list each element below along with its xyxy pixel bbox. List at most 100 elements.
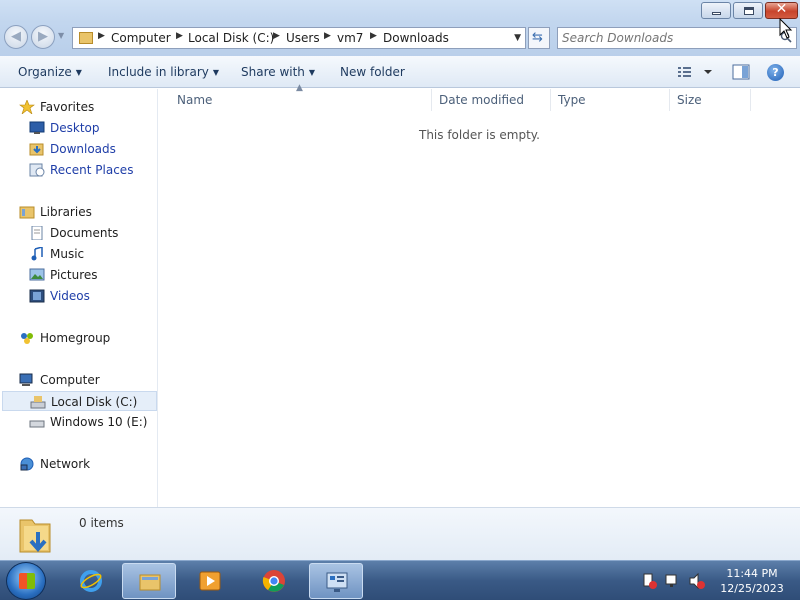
organize-button[interactable]: Organize ▼ — [18, 65, 82, 79]
nav-network-label: Network — [40, 457, 91, 471]
minimize-icon — [712, 12, 721, 15]
downloads-folder-icon — [19, 519, 51, 553]
clock[interactable]: 11:44 PM 12/25/2023 — [712, 566, 792, 596]
file-list[interactable]: Name ▲ Date modified Type Size This fold… — [159, 83, 800, 507]
local-disk-icon — [30, 396, 46, 409]
volume-muted-icon — [689, 572, 705, 590]
nav-documents-label: Documents — [50, 226, 119, 240]
share-with-button[interactable]: Share with ▼ — [241, 65, 315, 79]
nav-homegroup-label: Homegroup — [40, 331, 111, 345]
folder-icon — [79, 32, 93, 44]
action-center-icon — [643, 573, 657, 589]
explorer-window: ✕ ◀ ▶ ▼ ▶ Computer ▶ Local Disk (C:) ▶ U… — [0, 0, 800, 560]
control-panel-icon — [326, 572, 348, 592]
share-with-label: Share with — [241, 65, 305, 79]
music-note-icon — [31, 247, 43, 261]
nav-desktop-label: Desktop — [50, 121, 100, 135]
breadcrumb-arrow-icon[interactable]: ▶ — [324, 31, 331, 41]
command-bar: Organize ▼ Include in library ▼ Share with… — [0, 56, 800, 88]
new-folder-button[interactable]: New folder — [340, 65, 405, 79]
column-type-label: Type — [558, 93, 586, 107]
navigation-pane: Favorites Desktop Downloads Recent Place… — [0, 89, 158, 507]
windows-explorer-icon — [139, 574, 161, 591]
breadcrumb-arrow-icon[interactable]: ▶ — [98, 31, 105, 41]
column-header-type[interactable]: Type — [548, 89, 670, 111]
breadcrumb-local-disk[interactable]: Local Disk (C:) — [188, 31, 274, 45]
drive-icon — [29, 420, 45, 428]
back-arrow-icon: ◀ — [11, 29, 21, 44]
taskbar-windows-explorer[interactable] — [122, 563, 176, 599]
search-box[interactable] — [557, 27, 797, 49]
close-button[interactable]: ✕ — [765, 1, 798, 19]
windows-logo-icon — [19, 573, 35, 589]
column-name-label: Name — [177, 93, 213, 107]
mouse-cursor-icon — [779, 18, 793, 39]
nav-pictures-label: Pictures — [50, 268, 98, 282]
search-input[interactable] — [562, 30, 772, 46]
restore-icon — [744, 7, 754, 15]
title-bar[interactable]: ✕ ◀ ▶ ▼ ▶ Computer ▶ Local Disk (C:) ▶ U… — [0, 0, 800, 56]
organize-label: Organize — [18, 65, 72, 79]
chevron-down-icon: ▼ — [308, 68, 316, 77]
clock-time: 11:44 PM — [726, 567, 778, 580]
taskbar-chrome[interactable] — [247, 563, 301, 599]
address-dropdown-icon[interactable]: ▼ — [514, 33, 521, 43]
minimize-button[interactable] — [701, 2, 731, 19]
media-player-icon — [199, 571, 221, 591]
pictures-icon — [29, 268, 45, 281]
start-button[interactable] — [6, 562, 46, 600]
column-date-label: Date modified — [439, 93, 525, 107]
downloads-folder-icon — [29, 143, 44, 156]
nav-local-disk[interactable]: Local Disk (C:) — [2, 391, 157, 411]
nav-libraries-label: Libraries — [40, 205, 92, 219]
close-icon: ✕ — [775, 1, 788, 17]
help-button[interactable]: ? — [767, 64, 784, 81]
taskbar: 11:44 PM 12/25/2023 — [0, 560, 800, 600]
nav-favorites-label: Favorites — [40, 100, 95, 114]
include-in-library-button[interactable]: Include in library ▼ — [108, 65, 219, 79]
nav-recent-places-label: Recent Places — [50, 163, 134, 177]
breadcrumb-users[interactable]: Users — [286, 31, 320, 45]
computer-icon — [19, 373, 33, 386]
preview-pane-button[interactable] — [732, 64, 750, 80]
nav-windows10-label: Windows 10 (E:) — [50, 415, 148, 429]
change-view-button[interactable] — [676, 64, 716, 80]
refresh-icon: ⇆ — [532, 30, 543, 45]
restore-button[interactable] — [733, 2, 763, 19]
breadcrumb-arrow-icon[interactable]: ▶ — [273, 31, 280, 41]
chevron-down-icon: ▼ — [212, 68, 220, 77]
homegroup-icon — [21, 333, 33, 344]
system-tray[interactable] — [640, 571, 710, 591]
network-icon — [20, 457, 34, 471]
nav-computer-label: Computer — [40, 373, 100, 387]
nav-downloads-label: Downloads — [50, 142, 116, 156]
breadcrumb-arrow-icon[interactable]: ▶ — [176, 31, 183, 41]
internet-explorer-icon — [80, 570, 102, 592]
include-in-library-label: Include in library — [108, 65, 209, 79]
network-status-icon — [665, 574, 677, 587]
column-header-size[interactable]: Size — [667, 89, 751, 111]
breadcrumb-computer[interactable]: Computer — [111, 31, 171, 45]
forward-button[interactable]: ▶ — [31, 25, 55, 49]
videos-icon — [29, 289, 45, 303]
item-count: 0 items — [79, 516, 124, 530]
nav-local-disk-label: Local Disk (C:) — [51, 395, 138, 409]
documents-icon — [31, 226, 43, 240]
chrome-icon — [262, 570, 285, 592]
empty-folder-message: This folder is empty. — [419, 128, 540, 142]
clock-date: 12/25/2023 — [720, 582, 784, 595]
taskbar-media-player[interactable] — [183, 563, 237, 599]
libraries-icon — [19, 206, 35, 219]
forward-arrow-icon: ▶ — [38, 29, 48, 44]
breadcrumb-arrow-icon[interactable]: ▶ — [370, 31, 377, 41]
breadcrumb-vm7[interactable]: vm7 — [337, 31, 363, 45]
breadcrumb-downloads[interactable]: Downloads — [383, 31, 449, 45]
recent-pages-dropdown[interactable]: ▼ — [58, 31, 64, 40]
address-bar[interactable]: ▶ Computer ▶ Local Disk (C:) ▶ Users ▶ v… — [72, 27, 526, 49]
refresh-button[interactable]: ⇆ — [528, 27, 550, 49]
column-header-date-modified[interactable]: Date modified — [429, 89, 551, 111]
recent-places-icon — [29, 163, 45, 177]
back-button[interactable]: ◀ — [4, 25, 28, 49]
taskbar-internet-explorer[interactable] — [64, 563, 118, 599]
taskbar-control-panel[interactable] — [309, 563, 363, 599]
